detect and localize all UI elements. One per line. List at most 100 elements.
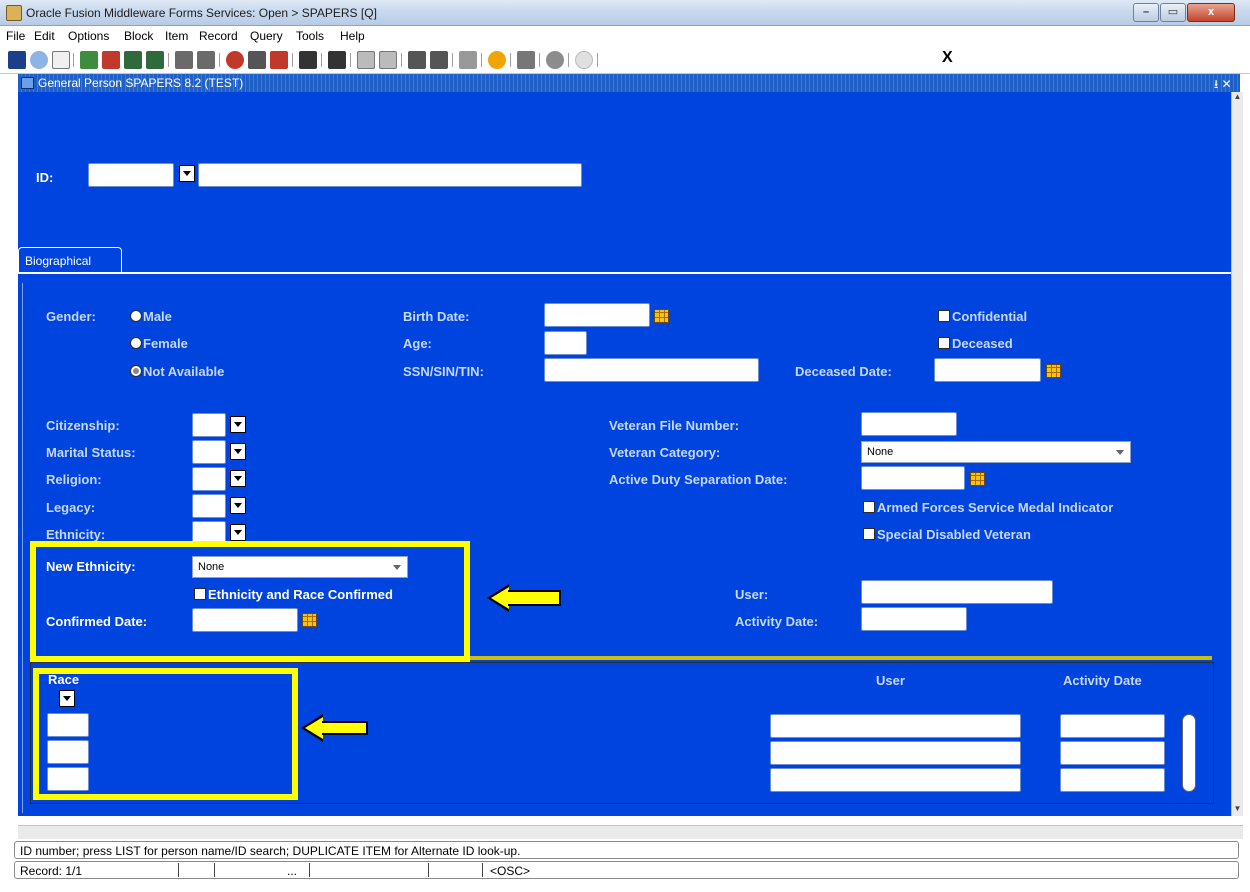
execute-query-icon[interactable] (197, 51, 215, 69)
marital-status-label: Marital Status: (46, 445, 136, 460)
menu-item[interactable]: Item (165, 29, 188, 43)
race-block-scrollbar[interactable] (1182, 714, 1196, 792)
menu-file[interactable]: File (6, 29, 25, 43)
edit-icon[interactable] (379, 51, 397, 69)
help-icon[interactable] (488, 51, 506, 69)
marital-status-list-button[interactable] (230, 443, 246, 460)
hint-text: ID number; press LIST for person name/ID… (20, 844, 521, 858)
vertical-scrollbar[interactable]: ▲ ▼ (1231, 92, 1243, 816)
menu-block[interactable]: Block (124, 29, 153, 43)
minimize-button[interactable]: – (1133, 3, 1159, 22)
deceased-date-input[interactable] (934, 358, 1041, 382)
confidential-label: Confidential (952, 309, 1028, 324)
active-duty-separation-calendar-icon[interactable] (970, 472, 985, 486)
birth-date-input[interactable] (544, 303, 650, 327)
horizontal-scrollbar[interactable] (18, 825, 1243, 839)
user-display (861, 580, 1053, 604)
ethnicity-label: Ethnicity: (46, 527, 106, 542)
menu-help[interactable]: Help (340, 29, 365, 43)
menu-edit[interactable]: Edit (34, 29, 55, 43)
veteran-file-number-input[interactable] (861, 412, 957, 436)
hint-icon[interactable] (517, 51, 535, 69)
age-input[interactable] (544, 331, 587, 355)
gender-not-available-radio[interactable] (130, 365, 142, 377)
citizenship-list-button[interactable] (230, 416, 246, 433)
activity-date-column-header: Activity Date (1063, 673, 1142, 688)
activity-date-label: Activity Date: (735, 614, 819, 629)
remove-record-icon[interactable] (102, 51, 120, 69)
race-highlight-box (33, 668, 298, 800)
race-row-3-user (770, 768, 1021, 792)
gender-female-radio[interactable] (130, 337, 142, 349)
religion-list-button[interactable] (230, 470, 246, 487)
maximize-button[interactable]: ▭ (1160, 3, 1186, 22)
active-duty-separation-date-input[interactable] (861, 466, 965, 490)
enter-query-icon[interactable] (175, 51, 193, 69)
record-status-bar: Record: 1/1 ... <OSC> (14, 861, 1239, 879)
veteran-category-select[interactable]: None (861, 441, 1131, 463)
previous-block-icon[interactable] (124, 51, 142, 69)
next-record-icon[interactable] (459, 51, 477, 69)
previous-record-icon[interactable] (430, 51, 448, 69)
armed-forces-medal-checkbox[interactable] (863, 501, 875, 513)
birth-date-label: Birth Date: (403, 309, 470, 324)
menu-options[interactable]: Options (68, 29, 109, 43)
special-disabled-veteran-checkbox[interactable] (863, 528, 875, 540)
scroll-up-icon[interactable]: ▲ (1232, 92, 1243, 104)
veteran-category-label: Veteran Category: (609, 445, 721, 460)
ssn-label: SSN/SIN/TIN: (403, 364, 484, 379)
active-duty-separation-date-label: Active Duty Separation Date: (609, 472, 788, 487)
menu-record[interactable]: Record (199, 29, 238, 43)
list-indicator: ... (287, 864, 298, 878)
legacy-input[interactable] (192, 494, 226, 518)
marital-status-input[interactable] (192, 440, 226, 464)
legacy-list-button[interactable] (230, 497, 246, 514)
scroll-down-icon[interactable]: ▼ (1232, 804, 1243, 816)
save-icon[interactable] (8, 51, 26, 69)
veteran-file-number-label: Veteran File Number: (609, 418, 740, 433)
gender-not-available-label: Not Available (143, 364, 225, 379)
close-button[interactable]: x (1187, 3, 1235, 22)
tab-biographical[interactable]: Biographical (18, 247, 122, 273)
veteran-category-chevron-down-icon (1116, 450, 1124, 455)
window-title: Oracle Fusion Middleware Forms Services:… (26, 6, 377, 20)
id-input[interactable] (88, 163, 174, 187)
clear-record-icon[interactable] (226, 51, 244, 69)
insert-record-icon[interactable] (80, 51, 98, 69)
duplicate-icon[interactable] (408, 51, 426, 69)
religion-input[interactable] (192, 467, 226, 491)
deceased-checkbox[interactable] (938, 337, 950, 349)
citizenship-input[interactable] (192, 413, 226, 437)
hint-status-bar: ID number; press LIST for person name/ID… (14, 841, 1239, 859)
age-label: Age: (403, 336, 432, 351)
id-label: ID: (36, 170, 54, 185)
race-row-2-activity-date (1060, 741, 1165, 765)
exit-button[interactable]: X (942, 49, 962, 67)
view-icon[interactable] (357, 51, 375, 69)
clear-block-icon[interactable] (248, 51, 266, 69)
print-icon[interactable] (299, 51, 317, 69)
next-block-icon[interactable] (146, 51, 164, 69)
id-list-button[interactable] (179, 165, 195, 182)
menu-query[interactable]: Query (250, 29, 283, 43)
race-row-1-user (770, 714, 1021, 738)
rollback-icon[interactable] (30, 51, 48, 69)
select-icon[interactable] (52, 51, 70, 69)
toolbar: X (0, 46, 1250, 74)
list-icon[interactable] (328, 51, 346, 69)
ethnicity-list-button[interactable] (230, 524, 246, 541)
clear-form-icon[interactable] (270, 51, 288, 69)
activity-date-display (861, 607, 967, 631)
about-icon[interactable] (546, 51, 564, 69)
tab-divider (18, 272, 1231, 274)
birth-date-calendar-icon[interactable] (654, 309, 669, 323)
ssn-input[interactable] (544, 358, 759, 382)
lightbulb-icon[interactable] (575, 51, 593, 69)
form-icon (21, 77, 34, 89)
gender-male-radio[interactable] (130, 310, 142, 322)
menu-tools[interactable]: Tools (296, 29, 324, 43)
deceased-date-calendar-icon[interactable] (1046, 364, 1061, 378)
confidential-checkbox[interactable] (938, 310, 950, 322)
user-column-header: User (876, 673, 905, 688)
race-row-1-activity-date (1060, 714, 1165, 738)
